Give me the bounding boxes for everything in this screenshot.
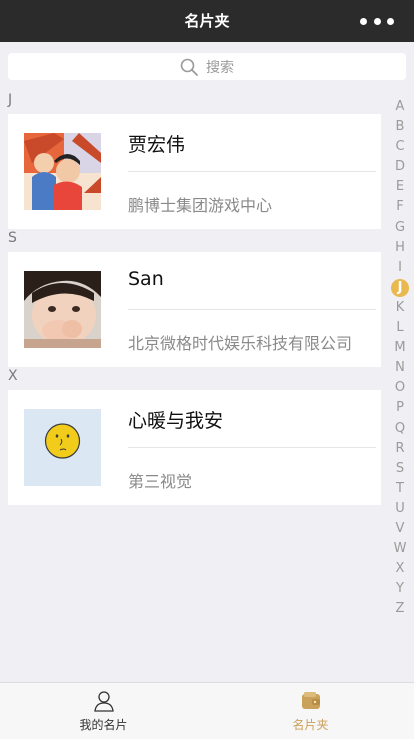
index-letter-v[interactable]: V [391,519,409,539]
tab-label: 我的名片 [79,718,128,732]
index-letter-o[interactable]: O [391,378,409,398]
index-letter-q[interactable]: Q [391,419,409,439]
card-folder-icon [301,692,320,709]
index-letter-e[interactable]: E [391,177,409,197]
index-letter-j[interactable]: J [391,278,409,298]
search-label: 搜索 [206,59,234,76]
alphabet-index[interactable]: ABCDEFGHIJKLMNOPQRSTUVWXYZ [391,97,409,619]
index-letter-r[interactable]: R [391,439,409,459]
user-icon [93,691,114,712]
index-letter-y[interactable]: Y [391,579,409,599]
divider [128,309,376,310]
contact-name: 心暖与我安 [128,410,224,432]
avatar [24,133,101,210]
contact-name: San [128,268,164,290]
index-letter-a[interactable]: A [391,97,409,117]
page-title: 名片夹 [184,12,230,30]
contact-company: 北京微格时代娱乐科技有限公司 [128,334,353,353]
index-letter-m[interactable]: M [391,338,409,358]
search-bar[interactable]: 搜索 [8,53,406,80]
more-dots-icon[interactable] [360,14,394,28]
index-letter-f[interactable]: F [391,197,409,217]
avatar [24,409,101,486]
divider [128,447,376,448]
tab-my-card[interactable]: 我的名片 [0,683,207,739]
contact-name: 贾宏伟 [128,134,186,156]
index-letter-g[interactable]: G [391,218,409,238]
contact-card-jiahongwei[interactable]: 贾宏伟 鹏博士集团游戏中心 [8,114,381,229]
divider [128,171,376,172]
index-letter-h[interactable]: H [391,238,409,258]
section-letter-s: S [8,230,17,246]
index-letter-k[interactable]: K [391,298,409,318]
index-letter-d[interactable]: D [391,157,409,177]
tab-label: 名片夹 [292,718,329,732]
index-letter-i[interactable]: I [391,258,409,278]
contact-company: 第三视觉 [128,472,193,491]
index-letter-s[interactable]: S [391,459,409,479]
search-icon [180,58,198,76]
index-letter-z[interactable]: Z [391,599,409,619]
tab-card-folder[interactable]: 名片夹 [207,683,414,739]
section-letter-x: X [8,368,18,384]
contact-company: 鹏博士集团游戏中心 [128,196,273,215]
avatar [24,271,101,348]
section-letter-j: J [8,92,13,108]
index-letter-u[interactable]: U [391,499,409,519]
index-letter-c[interactable]: C [391,137,409,157]
index-letter-t[interactable]: T [391,479,409,499]
index-letter-n[interactable]: N [391,358,409,378]
index-letter-w[interactable]: W [391,539,409,559]
index-letter-b[interactable]: B [391,117,409,137]
index-letter-l[interactable]: L [391,318,409,338]
contact-card-xinnuanyuwoan[interactable]: 心暖与我安 第三视觉 [8,390,381,505]
index-letter-p[interactable]: P [391,398,409,418]
navbar: 名片夹 [0,0,414,42]
tab-bar: 我的名片 名片夹 [0,682,414,739]
index-letter-x[interactable]: X [391,559,409,579]
contact-card-san[interactable]: San 北京微格时代娱乐科技有限公司 [8,252,381,367]
